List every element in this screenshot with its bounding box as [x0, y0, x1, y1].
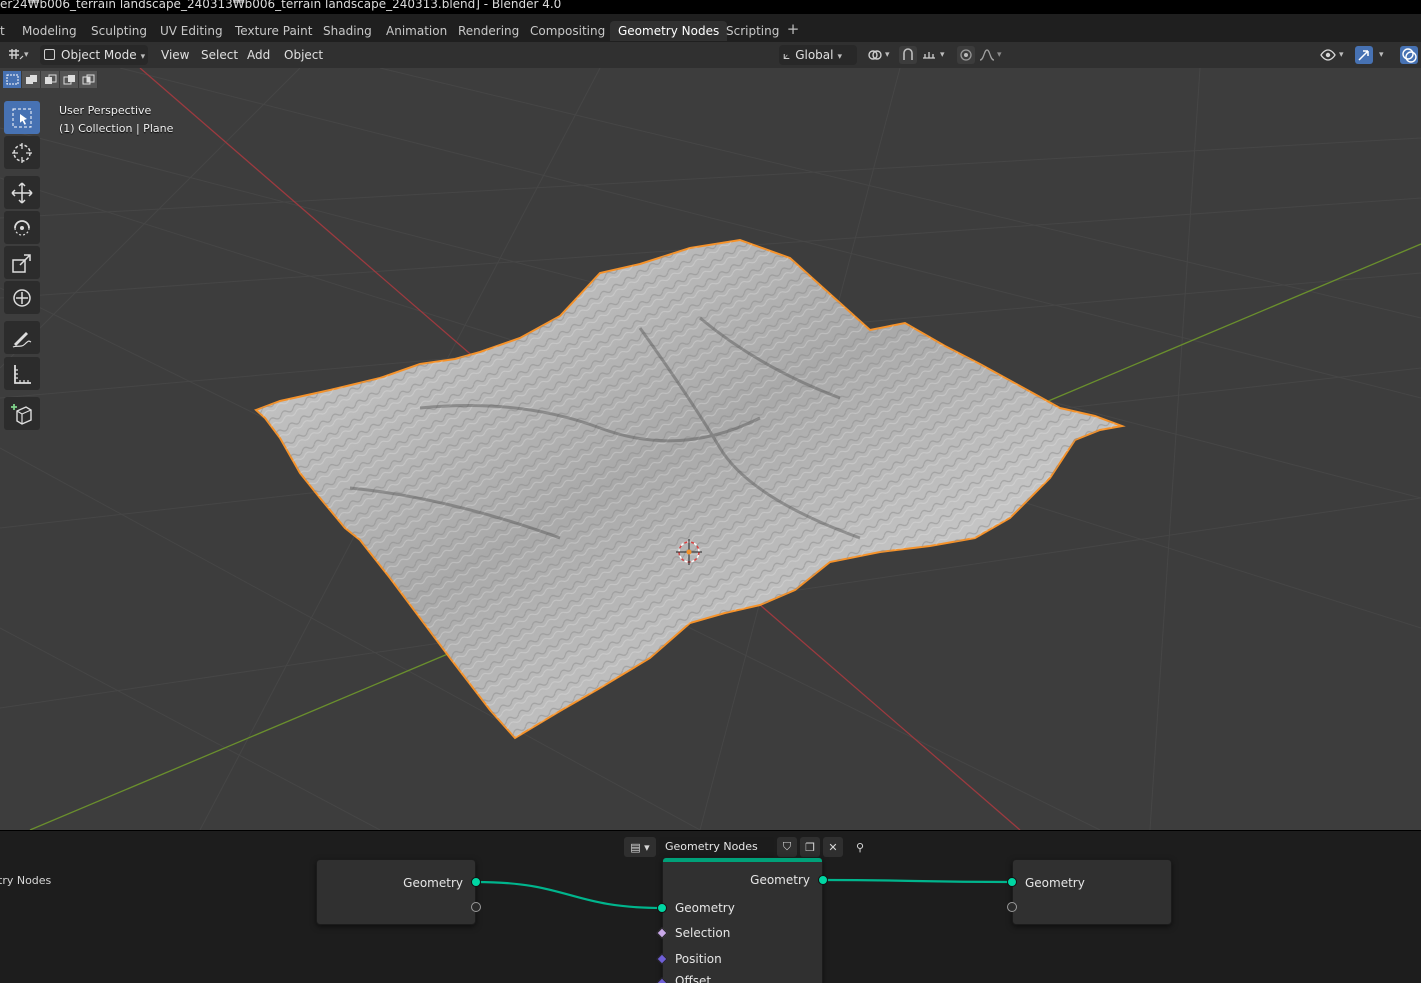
proportional-edit-icon[interactable]: [957, 46, 975, 64]
viewport-info-overlay: User Perspective (1) Collection | Plane: [59, 102, 173, 138]
transform-orientation-label: Global: [795, 48, 834, 62]
select-extend-icon[interactable]: [22, 71, 41, 88]
viewport-header: ▾ Object Mode ▾ View Select Add Object ⟀ G…: [0, 42, 1421, 68]
output-node-geometry-socket[interactable]: [1007, 877, 1017, 887]
mode-label: Object Mode: [61, 48, 137, 62]
middle-node-input-geometry-label: Geometry: [675, 901, 735, 915]
middle-node-geometry-socket[interactable]: [657, 903, 667, 913]
middle-node-output-socket[interactable]: [818, 875, 828, 885]
tab-compositing[interactable]: Compositing: [522, 21, 613, 41]
pin-icon[interactable]: ⚲: [850, 837, 870, 857]
menu-view[interactable]: View: [161, 45, 189, 65]
menu-object[interactable]: Object: [284, 45, 323, 65]
tab-uv-editing[interactable]: UV Editing: [152, 21, 231, 41]
viewport-scene: [0, 68, 1421, 830]
selection-mode-group: [3, 71, 98, 89]
group-input-node[interactable]: Geometry: [316, 859, 476, 925]
orientation-axes-icon: ⟀: [783, 48, 791, 62]
cursor-tool[interactable]: [4, 136, 40, 169]
input-node-geometry-socket[interactable]: [471, 877, 481, 887]
window-title: er24₩b006_terrain landscape_240313₩b006_…: [0, 0, 562, 11]
tab-sculpting[interactable]: Sculpting: [83, 21, 155, 41]
output-node-input-label: Geometry: [1025, 876, 1085, 890]
3d-viewport[interactable]: User Perspective (1) Collection | Plane: [0, 68, 1421, 830]
tab-geometry-nodes[interactable]: Geometry Nodes: [610, 21, 728, 41]
window-title-bar: er24₩b006_terrain landscape_240313₩b006_…: [0, 0, 1421, 14]
select-invert-icon[interactable]: [60, 71, 79, 88]
fake-user-shield-icon[interactable]: ⛉: [777, 837, 797, 857]
select-subtract-icon[interactable]: [41, 71, 60, 88]
input-node-output-label: Geometry: [403, 876, 463, 890]
tab-texture-paint[interactable]: Texture Paint: [227, 21, 320, 41]
close-icon[interactable]: ✕: [823, 837, 843, 857]
set-position-node[interactable]: Geometry Geometry Selection Position Off…: [662, 857, 823, 983]
tab-modeling[interactable]: Modeling: [14, 21, 85, 41]
mode-dropdown[interactable]: Object Mode ▾: [40, 45, 148, 65]
node-group-name-field[interactable]: Geometry Nodes: [659, 837, 774, 857]
scale-tool[interactable]: [4, 246, 40, 279]
falloff-caret-icon[interactable]: ▾: [997, 45, 1002, 65]
move-tool[interactable]: [4, 176, 40, 209]
snap-caret-icon[interactable]: ▾: [940, 45, 945, 65]
terrain-shading: [256, 240, 1122, 738]
pivot-point-icon[interactable]: [866, 46, 884, 64]
measure-tool[interactable]: [4, 357, 40, 390]
collection-info-label: (1) Collection | Plane: [59, 122, 174, 135]
group-output-node[interactable]: Geometry: [1012, 859, 1172, 925]
duplicate-icon[interactable]: ❐: [800, 837, 820, 857]
tab-scripting[interactable]: Scripting: [718, 21, 787, 41]
input-node-empty-socket[interactable]: [471, 902, 481, 912]
middle-node-input-selection-label: Selection: [675, 926, 731, 940]
output-node-empty-socket[interactable]: [1007, 902, 1017, 912]
select-new-icon[interactable]: [3, 71, 22, 88]
perspective-label: User Perspective: [59, 104, 152, 117]
editor-type-icon[interactable]: [6, 46, 24, 64]
menu-add[interactable]: Add: [247, 45, 270, 65]
editor-type-caret-icon[interactable]: ▾: [24, 45, 29, 65]
node-group-browse-icon[interactable]: ▤ ▾: [624, 837, 656, 857]
pivot-caret-icon[interactable]: ▾: [885, 45, 890, 65]
transform-orientation-dropdown[interactable]: ⟀ Global ▾: [779, 45, 857, 65]
falloff-icon[interactable]: [978, 46, 996, 64]
middle-node-output-label: Geometry: [750, 873, 810, 887]
node-editor-header: ▤ ▾ Geometry Nodes ⛉ ❐ ✕ ⚲: [624, 836, 870, 858]
chevron-down-icon: ▾: [140, 52, 146, 62]
transform-tool[interactable]: [4, 281, 40, 314]
add-cube-tool[interactable]: [4, 397, 40, 430]
menu-select[interactable]: Select: [201, 45, 238, 65]
snap-target-icon[interactable]: [920, 46, 938, 64]
annotate-tool[interactable]: [4, 321, 40, 354]
tab-rendering[interactable]: Rendering: [450, 21, 527, 41]
middle-node-input-position-label: Position: [675, 952, 722, 966]
node-header-bar: [663, 858, 822, 862]
rotate-tool[interactable]: [4, 211, 40, 244]
visibility-eye-icon[interactable]: [1319, 46, 1337, 64]
node-editor[interactable]: try Nodes ▤ ▾ Geometry Nodes ⛉ ❐ ✕ ⚲ Geo…: [0, 830, 1421, 983]
workspace-tab-bar: t Modeling Sculpting UV Editing Texture …: [0, 14, 1421, 42]
tab-animation[interactable]: Animation: [378, 21, 455, 41]
select-intersect-icon[interactable]: [79, 71, 98, 88]
gizmo-caret-icon[interactable]: ▾: [1379, 45, 1384, 65]
object-mode-icon: [44, 49, 55, 60]
tab-layout[interactable]: t: [0, 21, 13, 41]
sidebar-group-label: try Nodes: [0, 874, 52, 887]
gizmo-toggle-icon[interactable]: [1355, 46, 1373, 64]
overlays-toggle-icon[interactable]: [1400, 46, 1418, 64]
visibility-caret-icon[interactable]: ▾: [1339, 45, 1344, 65]
snap-toggle-icon[interactable]: [899, 46, 917, 64]
chevron-down-icon: ▾: [837, 52, 843, 62]
select-box-tool[interactable]: [4, 101, 40, 134]
middle-node-input-offset-label: Offset: [675, 974, 712, 983]
add-workspace-icon[interactable]: +: [785, 19, 801, 39]
tab-shading[interactable]: Shading: [315, 21, 380, 41]
